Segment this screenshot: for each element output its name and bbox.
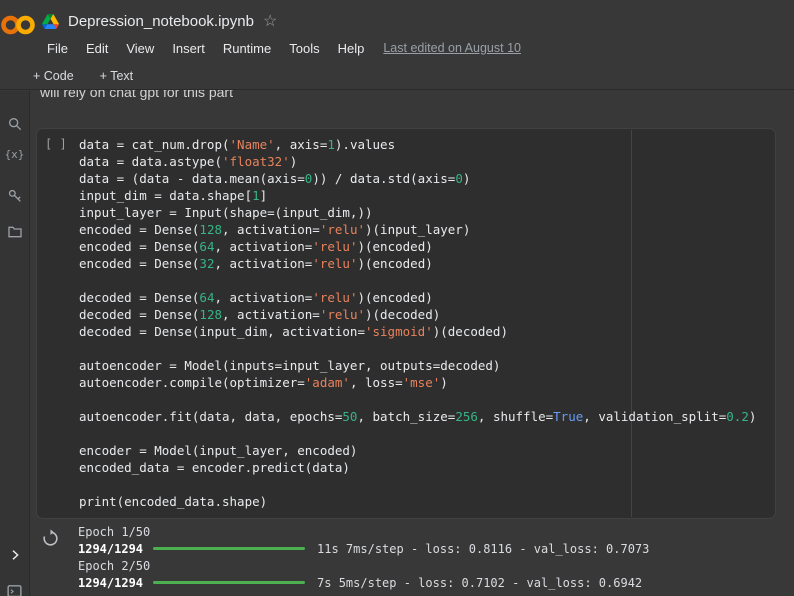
menu-file[interactable]: File	[38, 41, 77, 56]
code-line	[79, 340, 772, 357]
expand-panel-icon[interactable]	[0, 540, 29, 570]
title-row: Depression_notebook.ipynb ☆	[42, 10, 277, 32]
progress-stats: 11s 7ms/step - loss: 0.8116 - val_loss: …	[317, 542, 649, 556]
drive-icon	[42, 14, 59, 29]
menu-tools[interactable]: Tools	[280, 41, 328, 56]
code-line: input_dim = data.shape[1]	[79, 187, 772, 204]
add-code-button[interactable]: + Code	[33, 69, 74, 83]
run-cell-button[interactable]: [ ]	[45, 137, 67, 151]
last-edited-link[interactable]: Last edited on August 10	[383, 41, 521, 55]
code-line: decoded = Dense(64, activation='relu')(e…	[79, 289, 772, 306]
add-text-button[interactable]: + Text	[100, 69, 133, 83]
code-line: encoder = Model(input_layer, encoded)	[79, 442, 772, 459]
menu-bar: FileEditViewInsertRuntimeToolsHelp Last e…	[38, 37, 521, 59]
code-line: encoded = Dense(32, activation='relu')(e…	[79, 255, 772, 272]
code-line: data = data.astype('float32')	[79, 153, 772, 170]
progress-bar	[153, 581, 305, 584]
cell-running-spinner-icon[interactable]	[41, 529, 60, 553]
colab-logo-icon	[0, 12, 36, 38]
code-editor[interactable]: data = cat_num.drop('Name', axis=1).valu…	[79, 136, 772, 516]
code-line: autoencoder.compile(optimizer='adam', lo…	[79, 374, 772, 391]
output-progress-line: 1294/1294 7s 5ms/step - loss: 0.7102 - va…	[78, 575, 776, 592]
colab-logo[interactable]	[0, 10, 38, 40]
cell-output: Epoch 1/501294/129411s 7ms/step - loss: …	[36, 524, 776, 592]
code-line: data = (data - data.mean(axis=0)) / data…	[79, 170, 772, 187]
progress-count: 1294/1294	[78, 576, 143, 590]
variables-icon[interactable]: {x}	[0, 139, 29, 169]
menu-help[interactable]: Help	[329, 41, 374, 56]
code-line: data = cat_num.drop('Name', axis=1).valu…	[79, 136, 772, 153]
header: Depression_notebook.ipynb ☆ FileEditView…	[0, 0, 794, 62]
code-line: encoded_data = encoder.predict(data)	[79, 459, 772, 476]
notebook-title[interactable]: Depression_notebook.ipynb	[68, 13, 254, 30]
left-sidebar: {x}	[0, 91, 30, 596]
code-line	[79, 425, 772, 442]
menu-edit[interactable]: Edit	[77, 41, 117, 56]
files-folder-icon[interactable]	[0, 217, 29, 247]
star-icon[interactable]: ☆	[263, 11, 277, 31]
menu-insert[interactable]: Insert	[163, 41, 214, 56]
secrets-key-icon[interactable]	[0, 181, 29, 211]
code-cell: [ ] data = cat_num.drop('Name', axis=1).…	[36, 128, 776, 519]
menu-runtime[interactable]: Runtime	[214, 41, 280, 56]
code-line: input_layer = Input(shape=(input_dim,))	[79, 204, 772, 221]
search-icon[interactable]	[0, 109, 29, 139]
code-line	[79, 391, 772, 408]
terminal-icon[interactable]	[0, 576, 29, 596]
code-line: encoded = Dense(64, activation='relu')(e…	[79, 238, 772, 255]
output-epoch-line: Epoch 2/50	[78, 558, 776, 575]
cell-toolbar: + Code + Text	[0, 62, 794, 90]
colab-app: Depression_notebook.ipynb ☆ FileEditView…	[0, 0, 794, 596]
code-line: autoencoder.fit(data, data, epochs=50, b…	[79, 408, 772, 425]
code-line: decoded = Dense(128, activation='relu')(…	[79, 306, 772, 323]
progress-count: 1294/1294	[78, 542, 143, 556]
progress-bar	[153, 547, 305, 550]
progress-stats: 7s 5ms/step - loss: 0.7102 - val_loss: 0…	[317, 576, 642, 590]
code-line: autoencoder = Model(inputs=input_layer, …	[79, 357, 772, 374]
menu-view[interactable]: View	[117, 41, 163, 56]
output-epoch-line: Epoch 1/50	[78, 524, 776, 541]
code-line: decoded = Dense(input_dim, activation='s…	[79, 323, 772, 340]
code-line: encoded = Dense(128, activation='relu')(…	[79, 221, 772, 238]
code-line	[79, 476, 772, 493]
code-line	[79, 272, 772, 289]
variables-icon-label: {x}	[5, 148, 25, 161]
output-lines: Epoch 1/501294/129411s 7ms/step - loss: …	[78, 524, 776, 592]
output-progress-line: 1294/1294 11s 7ms/step - loss: 0.8116 - v…	[78, 541, 776, 558]
code-line: print(encoded_data.shape)	[79, 493, 772, 510]
